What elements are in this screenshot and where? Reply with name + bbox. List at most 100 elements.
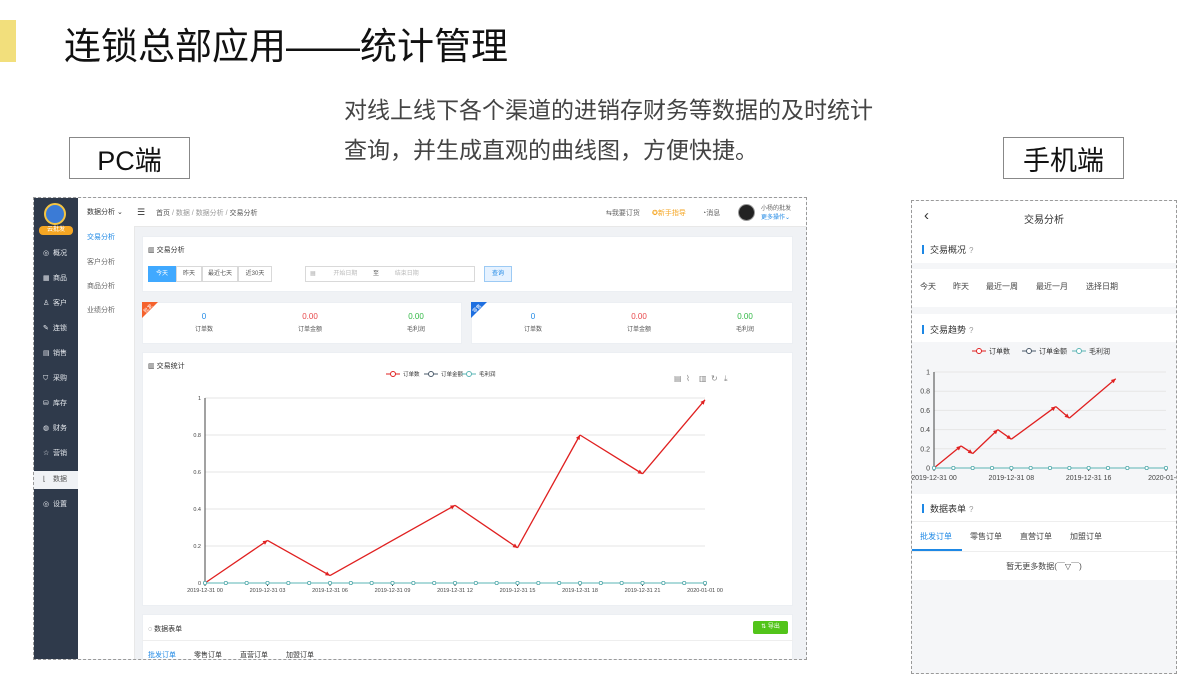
subnav-header[interactable]: 数据分析 ⌄ [87, 207, 123, 217]
sidebar-icon: ◎ [43, 250, 50, 257]
y-tick-label: 1 [198, 396, 201, 402]
data-point [970, 466, 975, 471]
sidebar-item-0[interactable]: ◎ 概况 [34, 245, 78, 263]
query-button[interactable]: 查询 [484, 266, 512, 282]
analysis-card [142, 236, 793, 292]
sidebar-label: 财务 [53, 425, 67, 432]
series-segment [204, 539, 268, 584]
pc-tab-franchise[interactable]: 加盟订单 [286, 650, 314, 659]
pc-trend-chart: 0 0.2 0.4 0.6 0.8 1 2019-12-31 00 2019-12-31 03… [187, 370, 723, 594]
sidebar-item-2[interactable]: ♙ 客户 [34, 295, 78, 313]
sidebar-label: 概况 [53, 250, 67, 257]
refresh-circle-icon: ◌ [148, 626, 153, 633]
date-btn-week[interactable]: 最近七天 [202, 266, 238, 282]
date-btn-30days[interactable]: 近30天 [238, 266, 272, 282]
data-point [1144, 466, 1149, 471]
sidebar-label: 商品 [53, 275, 67, 282]
y-tick-label: 0.2 [193, 544, 201, 550]
date-btn-yesterday[interactable]: 昨天 [176, 266, 202, 282]
series-segment [579, 434, 643, 475]
sidebar-item-9[interactable]: ⌊ 数据 [34, 471, 78, 489]
mobile-tab-3[interactable]: 加盟订单 [1070, 531, 1102, 542]
help-icon[interactable]: ? [969, 246, 973, 255]
data-point [307, 580, 312, 585]
x-tick-label: 2019-12-31 06 [312, 588, 348, 594]
user-name: 小杨的批发 [761, 206, 792, 212]
message-link[interactable]: ◔消息 [702, 208, 720, 218]
sidebar-item-1[interactable]: ▦ 商品 [34, 270, 78, 288]
data-point [432, 580, 437, 585]
mobile-date-filter-2[interactable]: 最近一周 [986, 281, 1018, 292]
guide-link[interactable]: ✪新手指导 [652, 208, 686, 218]
data-point [1105, 466, 1110, 471]
logo-icon [44, 203, 66, 225]
mobile-tab-2[interactable]: 直营订单 [1020, 531, 1052, 542]
data-point [1086, 466, 1091, 471]
series-2 [931, 466, 1168, 471]
date-btn-today[interactable]: 今天 [148, 266, 176, 282]
stat-label: 订单金额 [626, 327, 651, 333]
pc-tab-direct[interactable]: 直营订单 [240, 650, 268, 659]
sidebar-label: 设置 [53, 501, 67, 508]
legend-item[interactable]: 订单数 [386, 370, 420, 378]
subnav-item-product[interactable]: 商品分析 [87, 281, 115, 291]
calendar-icon: ▦ [310, 271, 316, 277]
legend-item[interactable]: 订单金额 [1022, 346, 1067, 355]
sidebar-item-6[interactable]: ⛁ 库存 [34, 395, 78, 413]
sidebar-item-8[interactable]: ☆ 营销 [34, 445, 78, 463]
more-actions-link[interactable]: 更多操作⌄ [761, 212, 790, 221]
subnav-item-customer[interactable]: 客户分析 [87, 257, 115, 267]
avatar[interactable] [738, 204, 755, 221]
data-point [1028, 466, 1033, 471]
breadcrumb-home[interactable]: 首页 [156, 210, 170, 217]
mobile-title: 交易分析 [1024, 215, 1064, 226]
legend-label: 订单金额 [1039, 346, 1067, 355]
pc-screenshot: 云批发 ◎ 概况 ▦ 商品 ♙ 客户 ✎ 连锁 ▤ 销售 ⛉ 采购 ⛁ 库存 ◍ 财务 ☆ 营销 ⌊ 数据 ◎ 设置 数据… [33, 197, 807, 660]
analysis-title: ▥ 交易分析 [148, 247, 185, 254]
breadcrumb-analysis[interactable]: 数据分析 [196, 210, 224, 217]
sidebar-item-7[interactable]: ◍ 财务 [34, 420, 78, 438]
pc-tab-wholesale[interactable]: 批发订单 [148, 650, 176, 659]
x-tick-label: 2019-12-31 21 [625, 588, 661, 594]
sidebar-icon: ☆ [43, 450, 50, 457]
export-button[interactable]: ⇅ 导出 [753, 621, 788, 634]
mobile-tab-0[interactable]: 批发订单 [920, 531, 952, 542]
data-point [411, 580, 416, 585]
slide-description: 对线上线下各个渠道的进销存财务等数据的及时统计查询，并生成直观的曲线图，方便快捷… [344, 97, 873, 163]
breadcrumb-current: 交易分析 [229, 210, 258, 217]
sidebar-item-5[interactable]: ⛉ 采购 [34, 370, 78, 388]
mobile-date-filter-1[interactable]: 昨天 [953, 281, 969, 292]
legend-item[interactable]: 订单金额 [424, 370, 464, 378]
mobile-date-filter-3[interactable]: 最近一月 [1036, 281, 1068, 292]
mobile-date-filter-0[interactable]: 今天 [920, 281, 936, 292]
sidebar-item-10[interactable]: ◎ 设置 [34, 496, 78, 514]
breadcrumb-data[interactable]: 数据 [176, 210, 190, 217]
data-point [390, 580, 395, 585]
legend-swatch-dot [1076, 348, 1082, 354]
sidebar-item-4[interactable]: ▤ 销售 [34, 345, 78, 363]
data-point [1125, 466, 1130, 471]
help-icon[interactable]: ? [969, 505, 973, 514]
x-tick-label: 2020-01-01 [1148, 475, 1176, 482]
x-tick-label: 2019-12-31 09 [375, 588, 411, 594]
pc-tab-retail[interactable]: 零售订单 [194, 650, 222, 659]
y-tick-label: 0.8 [920, 389, 930, 396]
data-point [931, 466, 936, 471]
subnav-item-performance[interactable]: 业绩分析 [87, 305, 115, 315]
order-link[interactable]: ⇆我要订货 [606, 208, 640, 218]
data-point [703, 580, 708, 585]
legend-item[interactable]: 毛利润 [1072, 346, 1110, 355]
series-segment [972, 429, 999, 455]
menu-icon[interactable]: ☰ [137, 207, 145, 218]
legend-item[interactable]: 订单数 [972, 346, 1010, 355]
stat-label: 毛利润 [406, 327, 425, 333]
help-icon[interactable]: ? [969, 326, 973, 335]
legend-item[interactable]: 毛利润 [462, 370, 496, 378]
y-tick-label: 0.4 [920, 427, 930, 434]
mobile-date-filter-4[interactable]: 选择日期 [1086, 281, 1118, 292]
date-range-input[interactable]: ▦ 开始日期 至 结束日期 [305, 266, 475, 282]
data-point [203, 580, 208, 585]
mobile-tab-1[interactable]: 零售订单 [970, 531, 1002, 542]
subnav-item-trade[interactable]: 交易分析 [87, 232, 115, 242]
sidebar-item-3[interactable]: ✎ 连锁 [34, 320, 78, 338]
